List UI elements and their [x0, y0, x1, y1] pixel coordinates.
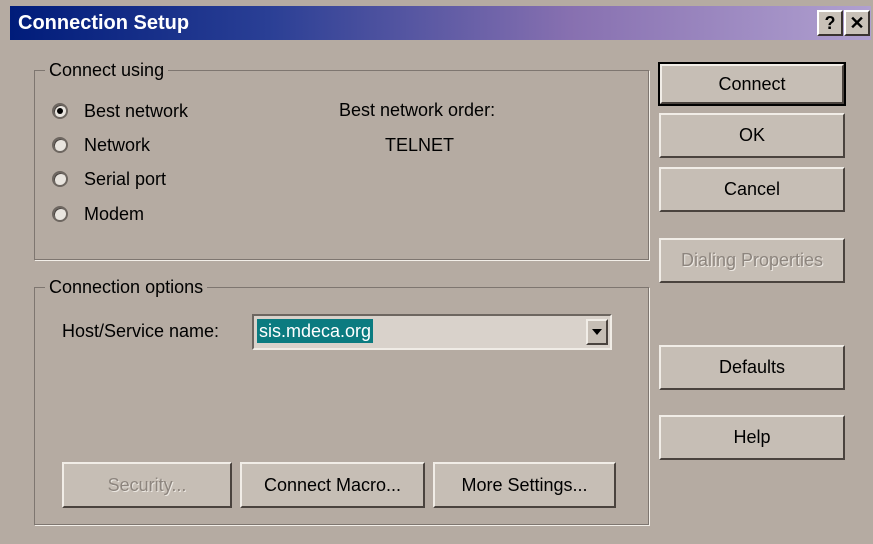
help-button[interactable]: Help — [659, 415, 845, 460]
help-button-label: Help — [733, 427, 771, 447]
question-icon: ? — [824, 13, 836, 33]
more-settings-button[interactable]: More Settings... — [433, 462, 616, 508]
radio-modem[interactable]: Modem — [52, 201, 144, 227]
connection-options-label: Connection options — [45, 274, 208, 300]
window-title: Connection Setup — [18, 12, 190, 34]
radio-serial-port[interactable]: Serial port — [52, 166, 166, 192]
radio-best-network[interactable]: Best network — [52, 98, 188, 124]
radio-label-best-network: Best network — [84, 100, 189, 121]
help-caption-button[interactable]: ? — [817, 10, 843, 36]
host-service-name-label: Host/Service name: — [62, 321, 220, 341]
radio-button-icon — [52, 137, 68, 153]
radio-button-icon — [52, 171, 68, 187]
close-caption-button[interactable]: ✕ — [844, 10, 870, 36]
best-network-order-label: Best network order: — [339, 100, 496, 120]
host-service-name-value[interactable]: sis.mdeca.org — [257, 319, 374, 343]
close-icon: ✕ — [849, 13, 865, 33]
defaults-button-label: Defaults — [718, 357, 786, 377]
dialing-properties-button-label: Dialing Properties — [680, 250, 824, 270]
connect-macro-button[interactable]: Connect Macro... — [240, 462, 425, 508]
radio-label-serial-port: Serial port — [84, 168, 167, 189]
cancel-button-label: Cancel — [723, 179, 781, 199]
cancel-button[interactable]: Cancel — [659, 167, 845, 212]
more-settings-button-label: More Settings... — [461, 474, 588, 495]
chevron-down-icon — [592, 329, 602, 335]
host-service-name-combobox[interactable]: sis.mdeca.org — [252, 314, 612, 350]
connection-setup-dialog: Connection Setup ? ✕ Connect using Best … — [0, 0, 873, 544]
dialing-properties-button[interactable]: Dialing Properties — [659, 238, 845, 283]
radio-button-icon — [52, 103, 68, 119]
connect-button-label: Connect — [718, 73, 786, 94]
radio-selected-dot — [57, 108, 63, 114]
connect-macro-button-label: Connect Macro... — [263, 474, 402, 495]
ok-button[interactable]: OK — [659, 113, 845, 158]
radio-network[interactable]: Network — [52, 132, 150, 158]
defaults-button[interactable]: Defaults — [659, 345, 845, 390]
dropdown-button[interactable] — [586, 319, 608, 345]
connect-using-label: Connect using — [45, 57, 169, 83]
radio-button-icon — [52, 206, 68, 222]
connect-button[interactable]: Connect — [658, 62, 846, 106]
title-bar[interactable]: Connection Setup ? ✕ — [10, 6, 871, 40]
radio-label-modem: Modem — [84, 203, 145, 224]
security-button-label: Security... — [107, 474, 187, 495]
radio-label-network: Network — [84, 134, 151, 155]
ok-button-label: OK — [738, 125, 765, 145]
security-button[interactable]: Security... — [62, 462, 232, 508]
best-network-order-value: TELNET — [385, 135, 455, 155]
